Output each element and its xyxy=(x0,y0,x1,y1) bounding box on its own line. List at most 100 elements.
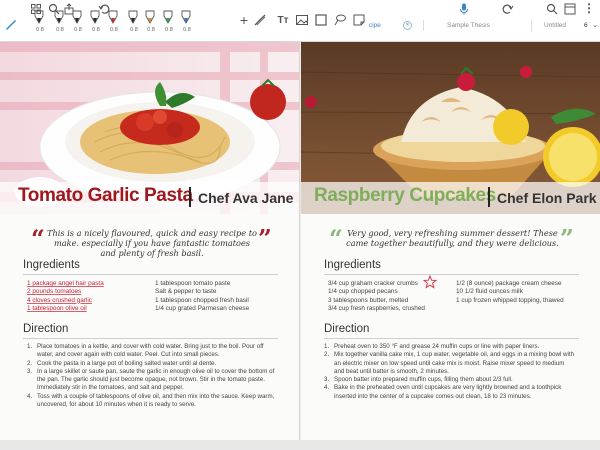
document-tabs: cipe ✕ Sample Thesis Untitled 6 ⌄ xyxy=(363,17,600,34)
step-number: 3. xyxy=(324,376,330,384)
section-divider xyxy=(23,274,278,275)
title-divider xyxy=(488,187,490,207)
direction-step: 1. Place tomatoes in a kettle, and cover … xyxy=(27,343,277,360)
lasso-tool-icon[interactable] xyxy=(332,13,348,29)
tab-divider xyxy=(423,20,424,31)
microphone-icon[interactable] xyxy=(459,3,469,15)
pen-size-label: 0.8 xyxy=(110,27,118,33)
star-annotation-icon[interactable] xyxy=(422,274,438,289)
ingredient-item: 2 pounds tomatoes xyxy=(27,288,82,296)
ingredient-item: 1 tablespoon olive oil xyxy=(27,304,87,312)
page-counter[interactable]: 6 xyxy=(578,17,592,34)
step-text: Bake in the preheated oven until cupcake… xyxy=(334,384,562,400)
ingredient-item: 1 tablespoon chopped fresh basil xyxy=(155,296,249,304)
ingredient-item: 1/4 cup grated Parmesan cheese xyxy=(155,304,250,312)
image-tool-icon[interactable] xyxy=(294,13,310,29)
search-icon-right[interactable] xyxy=(546,3,558,15)
pen-size-label: 0.8 xyxy=(165,27,173,33)
pen-tool-8[interactable]: 0.8 xyxy=(162,10,174,34)
step-number: 2. xyxy=(324,351,330,359)
direction-heading: Direction xyxy=(23,323,69,335)
toolbar: 0.8 0.8 0.8 0.8 0.8 0.8 0.8 0.8 0.8 + Tт xyxy=(0,0,600,42)
tab-divider xyxy=(531,20,532,31)
ingredient-item: 1 tablespoon tomato paste xyxy=(155,280,231,287)
tab-untitled[interactable]: Untitled xyxy=(538,17,583,34)
pen-icon xyxy=(145,10,155,24)
step-text: Cook the pasta in a large pot of boiling… xyxy=(37,359,217,367)
direction-step: 2. Cook the pasta in a large pot of boili… xyxy=(27,360,277,368)
direction-steps: 1. Place tomatoes in a kettle, and cover … xyxy=(27,343,277,409)
ingredient-item: 10 1/2 fluid ounces milk xyxy=(456,288,523,296)
ingredient-item: 4 cloves crushed garlic xyxy=(27,296,93,304)
redo-icon[interactable] xyxy=(502,3,514,15)
direction-step: 3. Spoon batter into prepared muffin cups… xyxy=(324,376,576,384)
step-number: 2. xyxy=(27,359,33,367)
pen-icon xyxy=(90,10,100,24)
ingredient-item: 3/4 cup graham cracker crumbs xyxy=(328,280,418,287)
pen-icon xyxy=(128,10,138,24)
tab-sample-thesis[interactable]: Sample Thesis xyxy=(441,17,521,34)
notes-app-window: 0.8 0.8 0.8 0.8 0.8 0.8 0.8 0.8 0.8 + Tт xyxy=(0,0,600,450)
step-number: 3. xyxy=(27,367,33,375)
page-right[interactable]: Raspberry Cupcakes Chef Elon Park “ Very… xyxy=(301,42,600,440)
ingredient-item: 1/2 (8 ounce) package cream cheese xyxy=(456,280,562,287)
pen-tool-2[interactable]: 0.8 xyxy=(53,10,65,34)
step-text: Place tomatoes in a kettle, and cover wi… xyxy=(37,343,264,359)
pen-tool-6[interactable]: 0.8 xyxy=(127,10,139,34)
step-text: Preheat oven to 350 °F and grease 24 muf… xyxy=(334,343,540,350)
pen-icon xyxy=(163,10,173,24)
step-text: Spoon batter into prepared muffin cups, … xyxy=(334,376,513,384)
pen-size-label: 0.8 xyxy=(74,27,82,33)
pen-size-label: 0.8 xyxy=(130,27,138,33)
quote-text: Very good, very refreshing summer desser… xyxy=(346,228,559,248)
ingredients-column-1: 3/4 cup graham cracker crumbs 1/4 cup cho… xyxy=(328,280,425,313)
page-bottom-margin xyxy=(0,440,600,450)
ingredients-heading: Ingredients xyxy=(324,259,381,271)
ingredient-item: Salt & pepper to taste xyxy=(155,288,217,296)
step-number: 1. xyxy=(27,343,33,350)
step-number: 4. xyxy=(324,384,330,392)
open-quote-icon: “ xyxy=(329,224,343,253)
pen-tool-4[interactable]: 0.8 xyxy=(89,10,101,34)
ingredient-item: 1 cup frozen whipped topping, thawed xyxy=(456,296,564,304)
ingredients-column-2: 1 tablespoon tomato paste Salt & pepper t… xyxy=(155,280,249,313)
ingredients-heading: Ingredients xyxy=(23,259,80,271)
pen-size-label: 0.8 xyxy=(36,27,44,33)
ingredient-item: 1 package angel hair pasta xyxy=(27,280,104,287)
pen-tool-3[interactable]: 0.8 xyxy=(71,10,83,34)
open-quote-icon: “ xyxy=(31,224,45,253)
pen-size-label: 0.8 xyxy=(183,27,191,33)
step-text: Mix together vanilla cake mix, 1 cup wat… xyxy=(334,351,575,375)
direction-step: 1. Preheat oven to 350 °F and grease 24 m… xyxy=(324,343,576,351)
section-divider xyxy=(23,338,278,339)
chef-name: Chef Ava Jane xyxy=(198,190,294,206)
page-left[interactable]: Tomato Garlic Pasta Chef Ava Jane “ This… xyxy=(0,42,300,440)
add-pen-button[interactable]: + xyxy=(236,12,252,28)
direction-step: 2. Mix together vanilla cake mix, 1 cup w… xyxy=(324,351,576,376)
pen-tool-9[interactable]: 0.8 xyxy=(180,10,192,34)
pen-icon xyxy=(181,10,191,24)
pen-tool-7[interactable]: 0.8 xyxy=(144,10,156,34)
chef-name: Chef Elon Park xyxy=(497,190,597,206)
shape-tool-icon[interactable] xyxy=(313,13,329,29)
more-options-icon[interactable]: ⋮ xyxy=(583,2,595,14)
direction-heading: Direction xyxy=(324,323,370,335)
ingredient-item: 1/4 cup chopped pecans xyxy=(328,288,398,296)
pen-tool-5[interactable]: 0.8 xyxy=(107,10,119,34)
tab-recipe[interactable]: cipe xyxy=(363,17,403,34)
direction-step: 4. Toss with a couple of tablespoons of o… xyxy=(27,393,277,410)
close-icon[interactable]: ✕ xyxy=(403,21,412,30)
step-number: 4. xyxy=(27,392,33,400)
section-divider xyxy=(324,338,579,339)
direction-steps: 1. Preheat oven to 350 °F and grease 24 m… xyxy=(324,343,576,401)
chevron-down-icon[interactable]: ⌄ xyxy=(591,20,599,30)
text-tool-icon[interactable]: Tт xyxy=(275,13,291,29)
section-divider xyxy=(324,274,579,275)
page-layout-icon[interactable] xyxy=(564,3,576,15)
pen-icon xyxy=(34,10,44,24)
pen-tool-1[interactable]: 0.8 xyxy=(33,10,45,34)
select-tool-icon[interactable] xyxy=(4,17,18,31)
ingredients-column-2: 1/2 (8 ounce) package cream cheese 10 1/2… xyxy=(456,280,564,305)
ruler-icon[interactable] xyxy=(252,13,268,29)
recipe-title: Tomato Garlic Pasta xyxy=(18,185,193,206)
